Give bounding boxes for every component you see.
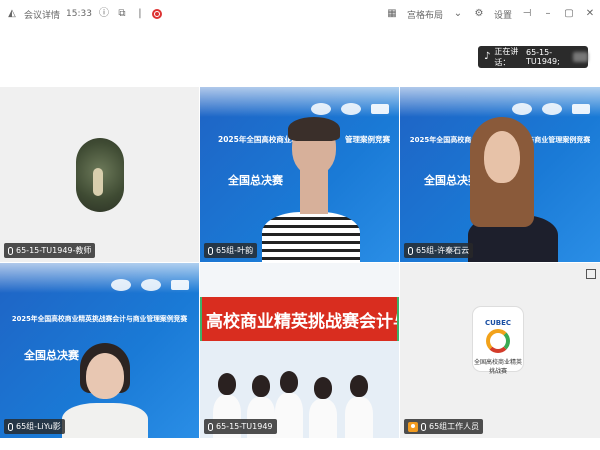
- logo-icon: [341, 103, 361, 115]
- participant-name: 65-15-TU1949: [216, 422, 273, 431]
- video-tile-active-speaker[interactable]: 高校商业精英挑战赛会计与商业管理 65-15-TU1949: [200, 263, 399, 438]
- pin-icon[interactable]: ⊣: [521, 8, 533, 20]
- logo-icon: [542, 103, 562, 115]
- video-tile[interactable]: 2025年全国高校商业精英挑战赛会计与商业管理案例竞赛 全国总决赛 65组-Li…: [0, 263, 199, 438]
- cubec-logo-cn: 全国高校商业精英挑战赛: [473, 359, 522, 375]
- meeting-info-label[interactable]: 会议详情: [24, 8, 60, 21]
- title-bar-left: ◭ 会议详情 15:33 ⓘ ⧉ |: [0, 8, 162, 21]
- speaking-extra-blurred: [572, 52, 588, 62]
- logo-icon: [141, 279, 161, 291]
- classroom-wall: [200, 263, 399, 297]
- maximize-icon[interactable]: ▢: [563, 8, 575, 20]
- chevron-down-icon[interactable]: ⌄: [452, 8, 464, 20]
- participant-name: 65组-许秦石云: [416, 246, 470, 255]
- video-tile[interactable]: CUBEC 全国高校商业精英挑战赛 65组工作人员: [400, 263, 600, 438]
- cubec-logo-text: CUBEC: [484, 319, 512, 327]
- logo-icon: [111, 279, 131, 291]
- banner-subtitle: 全国总决赛: [228, 174, 283, 187]
- mic-icon: [408, 246, 413, 255]
- mic-icon: [8, 246, 13, 255]
- banner-title: 2025年全国高校商业精英挑战赛会计与商业管理案例竞赛: [11, 315, 188, 323]
- avatar: [76, 138, 124, 212]
- cubec-logo: CUBEC 全国高校商业精英挑战赛: [473, 307, 523, 375]
- title-bar-right: ▦ 宫格布局 ⌄ ⚙ 设置 ⊣ – ▢ ✕: [386, 0, 596, 28]
- gear-icon[interactable]: ⚙: [473, 8, 485, 20]
- cfa-logo-icon: [371, 104, 389, 114]
- video-tile[interactable]: 2025年全国高校商业精英 管理案例竞赛 全国总决赛 65组-叶韵: [200, 87, 399, 262]
- speaking-indicator: ♪ 正在讲话： 65-15-TU1949;: [478, 46, 588, 68]
- cubec-swirl-icon: [486, 329, 510, 353]
- mic-icon: [8, 422, 13, 431]
- participant-name: 65-15-TU1949-教师: [16, 246, 92, 255]
- participant-nameplate: 65组-LiYu影: [4, 419, 65, 434]
- cfa-logo-icon: [171, 280, 189, 290]
- participant-name: 65组-叶韵: [216, 246, 254, 255]
- info-icon[interactable]: ⓘ: [98, 8, 110, 20]
- mic-icon: [208, 422, 213, 431]
- participant-nameplate: 65组-许秦石云: [404, 243, 474, 258]
- speaking-name: 65-15-TU1949;: [525, 48, 560, 66]
- external-link-icon[interactable]: ⧉: [116, 8, 128, 20]
- logo-icon: [311, 103, 331, 115]
- person-icon: [408, 421, 418, 432]
- speaking-label: 正在讲话：: [494, 47, 519, 67]
- banner-subtitle: 全国总决赛: [24, 349, 79, 362]
- meeting-window: ◭ 会议详情 15:33 ⓘ ⧉ | ▦ 宫格布局 ⌄ ⚙ 设置 ⊣ – ▢ ✕…: [0, 0, 600, 450]
- participant-nameplate: 65-15-TU1949: [204, 419, 277, 434]
- sponsor-logos: [311, 103, 389, 115]
- app-icon: ◭: [8, 8, 16, 19]
- video-tile[interactable]: 65-15-TU1949-教师: [0, 87, 199, 262]
- minimize-icon[interactable]: –: [542, 8, 554, 20]
- logo-icon: [512, 103, 532, 115]
- video-tile[interactable]: 2025年全国高校商业精英挑战赛会计与商业管理案例竞赛 全国总决赛 65组-许秦…: [400, 87, 600, 262]
- participant-nameplate: 65-15-TU1949-教师: [4, 243, 96, 258]
- participant-name: 65组-LiYu影: [16, 422, 61, 431]
- title-bar: ◭ 会议详情 15:33 ⓘ ⧉ | ▦ 宫格布局 ⌄ ⚙ 设置 ⊣ – ▢ ✕: [0, 0, 600, 28]
- layout-dropdown[interactable]: 宫格布局: [407, 8, 443, 21]
- mic-icon: [208, 246, 213, 255]
- grid-layout-icon[interactable]: ▦: [386, 8, 398, 20]
- settings-label[interactable]: 设置: [494, 8, 512, 21]
- participant-name: 65组工作人员: [429, 422, 480, 431]
- separator: |: [138, 8, 142, 19]
- participant-nameplate: 65组-叶韵: [204, 243, 258, 258]
- banner-title-right: 管理案例竞赛: [345, 135, 390, 144]
- sponsor-logos: [111, 279, 189, 291]
- cfa-logo-icon: [572, 104, 590, 114]
- classroom-banner: 高校商业精英挑战赛会计与商业管理: [202, 297, 397, 341]
- mic-icon: ♪: [484, 51, 491, 62]
- meeting-time: 15:33: [66, 9, 92, 19]
- record-icon[interactable]: [151, 9, 162, 19]
- participant-nameplate: 65组工作人员: [404, 419, 484, 434]
- sponsor-logos: [512, 103, 590, 115]
- mic-icon: [421, 422, 426, 431]
- close-icon[interactable]: ✕: [584, 8, 596, 20]
- expand-icon[interactable]: [586, 269, 596, 279]
